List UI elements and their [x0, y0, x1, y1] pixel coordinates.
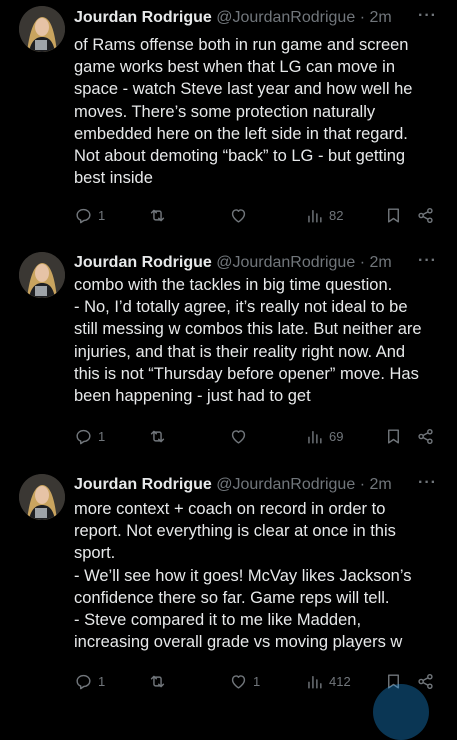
views-icon — [308, 430, 322, 444]
avatar[interactable] — [19, 474, 65, 520]
separator-dot: · — [359, 476, 366, 493]
views-button[interactable]: 69 — [305, 424, 343, 448]
like-button[interactable]: 1 — [229, 669, 260, 693]
user-handle[interactable]: @JourdanRodrigue — [216, 476, 355, 493]
views-button[interactable]: 412 — [305, 669, 351, 693]
share-icon — [418, 673, 433, 689]
tweet-text-line: - No, I’d totally agree, it’s really not… — [74, 298, 408, 317]
reply-count: 1 — [98, 207, 106, 223]
like-count: 1 — [253, 673, 261, 689]
tweet-text-line: best inside — [74, 169, 153, 188]
tweet-text-line: more context + coach on record in order … — [74, 500, 386, 518]
repost-button[interactable] — [148, 203, 172, 227]
views-icon — [308, 209, 322, 223]
reply-icon — [76, 208, 91, 223]
tweet-text-line: sport. — [74, 544, 116, 563]
repost-icon — [150, 209, 165, 221]
tweet-text: more context + coach on record in order … — [74, 498, 446, 653]
tweet-text-line: report. Not everything is clear at once … — [74, 522, 396, 541]
tweet-text-line: of Rams offense both in run game and scr… — [74, 36, 409, 54]
tweet-text-line: Not about demoting “back” to LG - but ge… — [74, 147, 406, 166]
tweet-text-line: space - watch Steve last year and how we… — [74, 80, 413, 99]
bookmark-button[interactable] — [384, 424, 403, 448]
tweet-text-line: - We’ll see how it goes! McVay likes Jac… — [74, 566, 412, 585]
user-handle[interactable]: @JourdanRodrigue — [216, 254, 355, 271]
like-icon — [231, 208, 246, 223]
avatar[interactable] — [19, 252, 65, 298]
repost-button[interactable] — [148, 669, 172, 693]
reply-button[interactable]: 1 — [74, 203, 105, 227]
timestamp[interactable]: 2m — [369, 476, 391, 493]
tweet-text-line: embedded here on the left side in that r… — [74, 124, 408, 143]
tweet-header: Jourdan Rodrigue @JourdanRodrigue · 2m ·… — [74, 252, 445, 274]
tweet-text-line: injuries, and that is their reality righ… — [74, 342, 406, 361]
tweet-header: Jourdan Rodrigue @JourdanRodrigue · 2m ·… — [74, 474, 445, 496]
more-options-icon[interactable]: ··· — [418, 5, 437, 27]
action-bar: 1 69 — [74, 424, 445, 448]
reply-count: 1 — [98, 428, 106, 444]
tweet-text-line: confidence there so far. Game reps will … — [74, 588, 390, 607]
bookmark-button[interactable] — [384, 203, 403, 227]
timestamp[interactable]: 2m — [369, 9, 391, 26]
tweet[interactable]: Jourdan Rodrigue @JourdanRodrigue · 2m ·… — [0, 0, 457, 236]
display-name[interactable]: Jourdan Rodrigue — [74, 476, 212, 493]
action-bar: 1 82 — [74, 203, 445, 227]
reply-button[interactable]: 1 — [74, 669, 105, 693]
avatar[interactable] — [19, 6, 65, 52]
view-count: 412 — [329, 673, 351, 689]
tweet-text-line: game works best when that LG can move in — [74, 58, 395, 77]
reply-icon — [76, 674, 91, 689]
tweet-text-line: - Steve compared it to me like Madden, — [74, 611, 362, 630]
profile-photo — [19, 474, 65, 520]
tweet[interactable]: Jourdan Rodrigue @JourdanRodrigue · 2m ·… — [0, 464, 457, 700]
tweet-text-line: increasing overall grade vs moving playe… — [74, 633, 403, 652]
reply-icon — [76, 429, 91, 444]
tweet-header: Jourdan Rodrigue @JourdanRodrigue · 2m ·… — [74, 7, 445, 29]
repost-icon — [150, 675, 165, 687]
display-name[interactable]: Jourdan Rodrigue — [74, 9, 212, 26]
tweet-text-line: still messing w combos this late. But ne… — [74, 320, 422, 339]
share-icon — [418, 207, 433, 223]
share-button[interactable] — [416, 424, 435, 448]
view-count: 69 — [329, 428, 344, 444]
tweet-text-line: this is not “Thursday before opener” mov… — [74, 364, 419, 383]
more-options-icon[interactable]: ··· — [418, 472, 437, 494]
like-button[interactable] — [229, 203, 253, 227]
share-button[interactable] — [416, 669, 435, 693]
profile-photo — [19, 252, 65, 298]
bookmark-icon — [388, 428, 399, 444]
user-handle[interactable]: @JourdanRodrigue — [216, 9, 355, 26]
display-name[interactable]: Jourdan Rodrigue — [74, 254, 212, 271]
tweet-text-line: moves. There’s some protection naturally — [74, 102, 376, 121]
tweet-text-line: combo with the tackles in big time quest… — [74, 276, 393, 294]
repost-icon — [150, 430, 165, 442]
reply-count: 1 — [98, 673, 106, 689]
separator-dot: · — [359, 254, 366, 271]
tweet-text: combo with the tackles in big time quest… — [74, 274, 446, 407]
share-icon — [418, 428, 433, 444]
repost-button[interactable] — [148, 424, 172, 448]
tweet-text: of Rams offense both in run game and scr… — [74, 34, 446, 189]
like-icon — [231, 429, 246, 444]
reply-button[interactable]: 1 — [74, 424, 105, 448]
views-button[interactable]: 82 — [305, 203, 343, 227]
profile-photo — [19, 6, 65, 52]
views-icon — [308, 675, 322, 689]
more-options-icon[interactable]: ··· — [418, 250, 437, 272]
like-icon — [231, 674, 246, 689]
share-button[interactable] — [416, 203, 435, 227]
bookmark-icon — [388, 207, 399, 223]
separator-dot: · — [359, 9, 366, 26]
compose-fab-button[interactable] — [373, 684, 429, 740]
tweet-text-line: been happening - just had to get — [74, 387, 311, 406]
tweet[interactable]: Jourdan Rodrigue @JourdanRodrigue · 2m ·… — [0, 236, 457, 464]
view-count: 82 — [329, 207, 344, 223]
like-button[interactable] — [229, 424, 253, 448]
timestamp[interactable]: 2m — [369, 254, 391, 271]
